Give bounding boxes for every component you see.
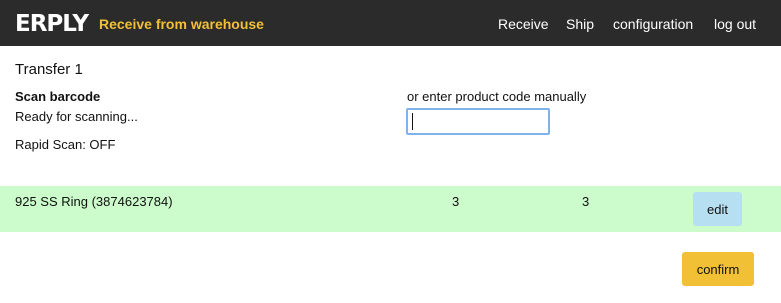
item-name: 925 SS Ring (3874623784) [15, 194, 173, 209]
nav-logout[interactable]: log out [714, 15, 756, 33]
item-quantity-received: 3 [582, 194, 590, 209]
erply-logo-mark: ERPLY [15, 11, 90, 34]
edit-button[interactable]: edit [693, 192, 742, 226]
transfer-title: Transfer 1 [15, 61, 83, 78]
table-row: 925 SS Ring (3874623784) 3 3 edit [0, 186, 781, 232]
scan-barcode-label: Scan barcode [15, 89, 101, 104]
nav-ship[interactable]: Ship [566, 15, 594, 33]
svg-text:ERPLY: ERPLY [15, 11, 89, 34]
manual-code-label: or enter product code manually [407, 89, 587, 104]
erply-logo[interactable]: ERPLY [15, 10, 91, 34]
product-code-input[interactable] [406, 108, 550, 135]
text-cursor [412, 113, 413, 130]
confirm-button[interactable]: confirm [682, 252, 754, 286]
top-bar: ERPLY Receive from warehouse Receive Shi… [0, 0, 781, 46]
page-subtitle: Receive from warehouse [99, 16, 264, 32]
item-quantity-expected: 3 [452, 194, 460, 209]
nav-configuration[interactable]: configuration [613, 15, 693, 33]
scan-status: Ready for scanning... [15, 109, 138, 124]
nav-receive[interactable]: Receive [498, 15, 549, 33]
rapid-scan-status[interactable]: Rapid Scan: OFF [15, 137, 115, 153]
